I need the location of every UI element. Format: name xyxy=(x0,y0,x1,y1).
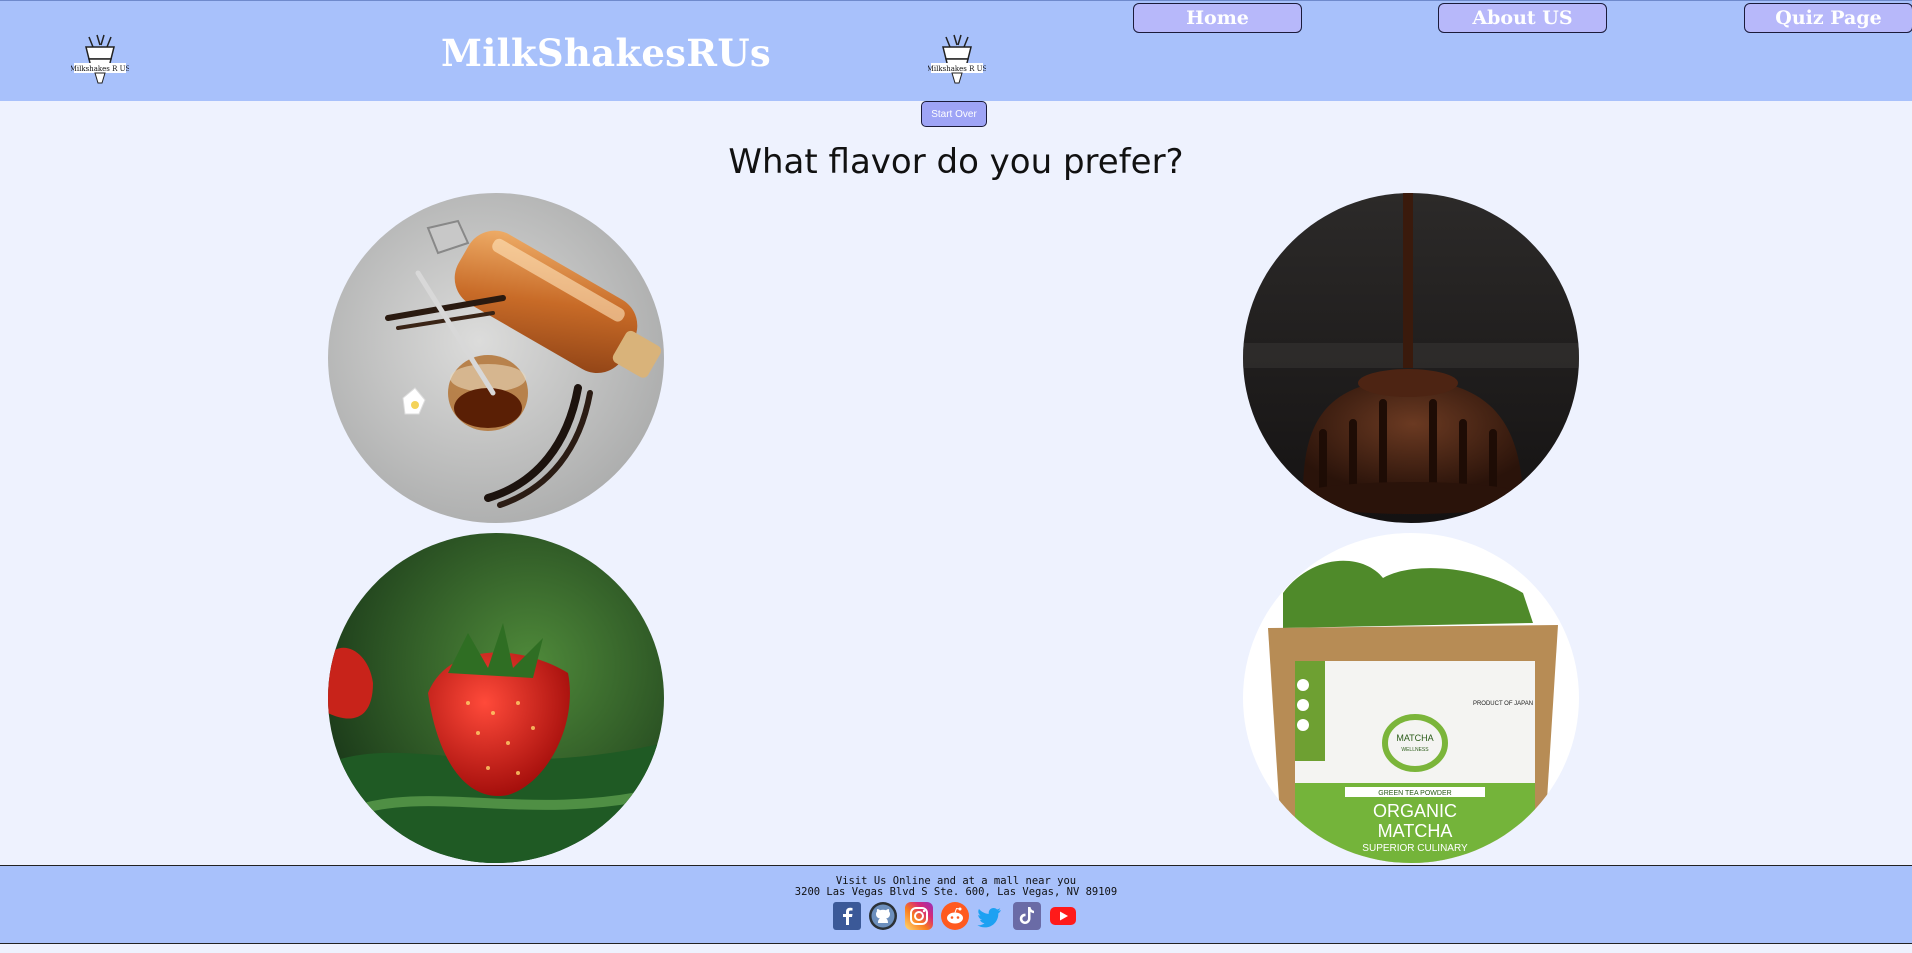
vanilla-image xyxy=(328,193,664,523)
svg-text:MATCHA: MATCHA xyxy=(1378,821,1453,841)
svg-text:WELLNESS: WELLNESS xyxy=(1401,747,1429,753)
site-header: Milkshakes R US MilkShakesRUs Milkshakes… xyxy=(0,0,1912,101)
svg-text:MATCHA: MATCHA xyxy=(1396,733,1433,743)
start-over-button[interactable]: Start Over xyxy=(921,101,987,127)
choice-vanilla[interactable] xyxy=(328,193,664,523)
social-links xyxy=(833,902,1077,930)
quiz-question: What flavor do you prefer? xyxy=(728,142,1184,182)
svg-text:Milkshakes R US: Milkshakes R US xyxy=(71,65,129,73)
facebook-icon[interactable] xyxy=(833,902,861,930)
choice-chocolate[interactable] xyxy=(1243,193,1579,523)
milkshake-logo[interactable]: Milkshakes R US xyxy=(70,33,130,89)
milkshake-logo-center[interactable]: Milkshakes R US xyxy=(927,33,987,89)
twitter-icon[interactable] xyxy=(977,902,1005,930)
svg-text:PRODUCT OF JAPAN: PRODUCT OF JAPAN xyxy=(1473,701,1533,707)
nav-about-button[interactable]: About US xyxy=(1438,3,1607,33)
svg-text:Milkshakes R US: Milkshakes R US xyxy=(928,65,986,73)
tiktok-icon[interactable] xyxy=(1013,902,1041,930)
nav-home-button[interactable]: Home xyxy=(1133,3,1302,33)
brand-title: MilkShakesRUs xyxy=(441,31,772,75)
footer-address: 3200 Las Vegas Blvd S Ste. 600, Las Vega… xyxy=(794,886,1118,898)
site-footer: Visit Us Online and at a mall near you 3… xyxy=(0,865,1912,944)
github-icon[interactable] xyxy=(869,902,897,930)
youtube-icon[interactable] xyxy=(1049,902,1077,930)
matcha-image: MATCHA WELLNESS GREEN TEA POWDER ORGANIC… xyxy=(1243,533,1579,863)
strawberry-image xyxy=(328,533,664,863)
reddit-icon[interactable] xyxy=(941,902,969,930)
instagram-icon[interactable] xyxy=(905,902,933,930)
svg-text:SUPERIOR CULINARY: SUPERIOR CULINARY xyxy=(1362,843,1468,854)
choice-matcha[interactable]: MATCHA WELLNESS GREEN TEA POWDER ORGANIC… xyxy=(1243,533,1579,863)
svg-text:ORGANIC: ORGANIC xyxy=(1373,801,1457,821)
nav-quiz-button[interactable]: Quiz Page xyxy=(1744,3,1912,33)
chocolate-image xyxy=(1243,193,1579,523)
choice-strawberry[interactable] xyxy=(328,533,664,863)
svg-text:GREEN TEA POWDER: GREEN TEA POWDER xyxy=(1378,790,1451,797)
